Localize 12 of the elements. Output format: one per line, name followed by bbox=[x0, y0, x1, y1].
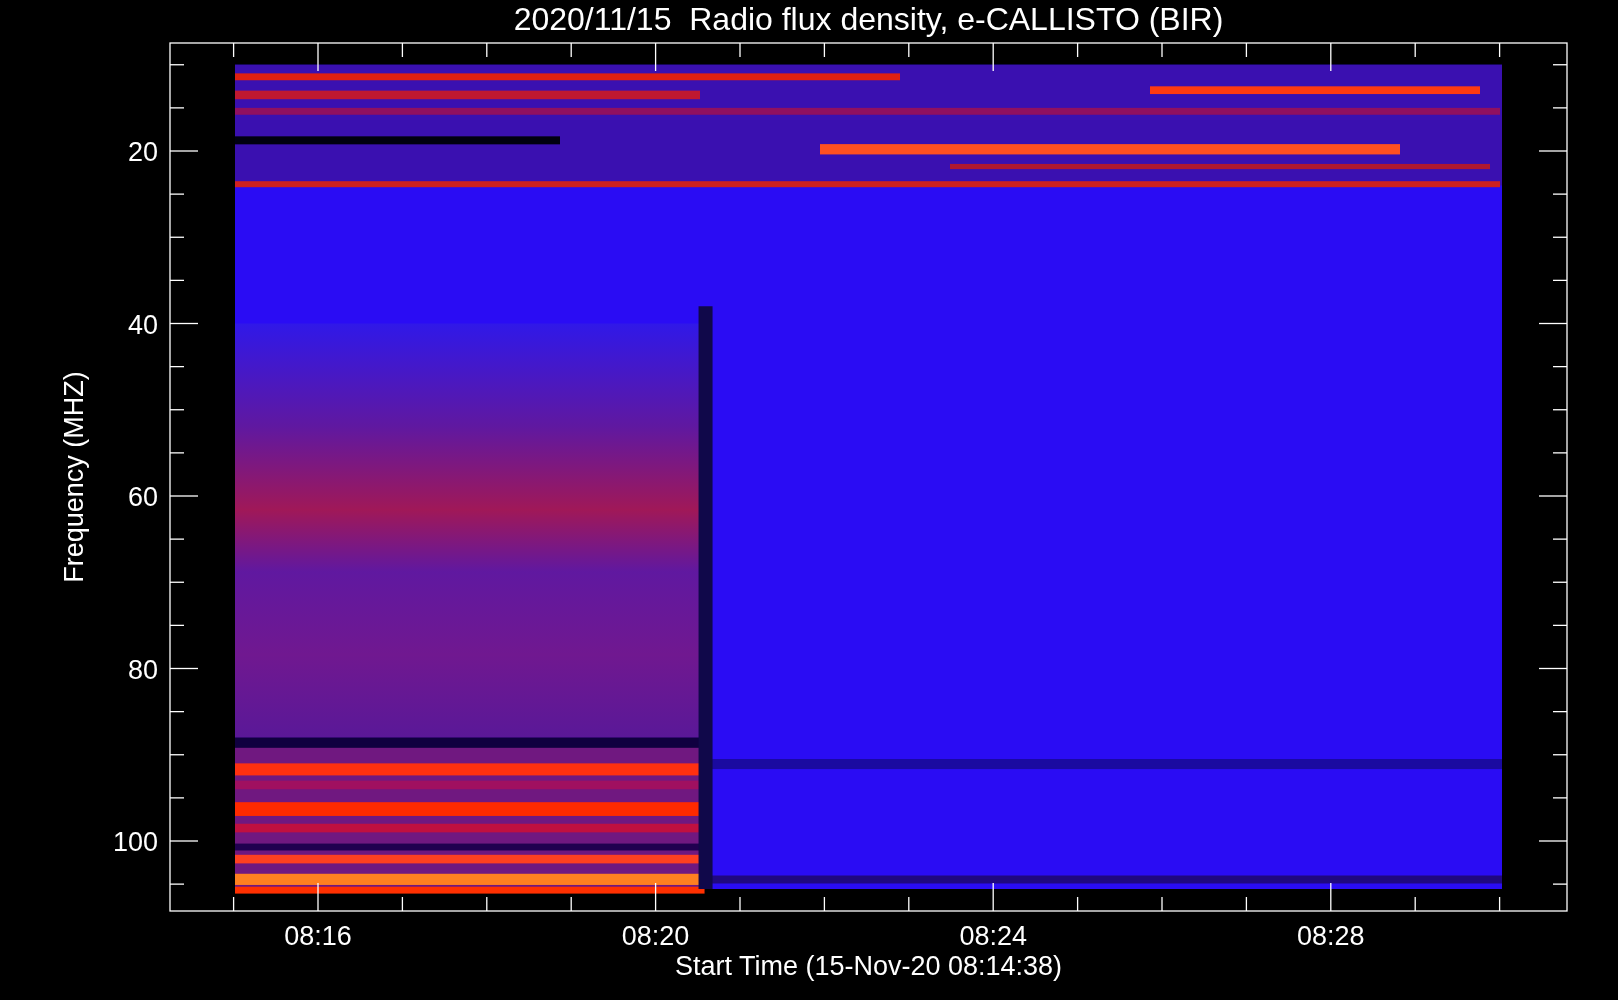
y-tick-label: 40 bbox=[127, 309, 158, 340]
x-tick-label: 08:16 bbox=[284, 921, 352, 951]
y-tick-label: 20 bbox=[127, 137, 158, 167]
x-tick-label: 08:28 bbox=[1297, 921, 1365, 951]
chart-title: 2020/11/15 Radio flux density, e-CALLISTO (BIR) bbox=[513, 1, 1224, 37]
x-tick-label: 08:20 bbox=[621, 921, 690, 951]
x-tick-label: 08:24 bbox=[959, 921, 1027, 951]
y-axis-label: Frequency (MHZ) bbox=[59, 371, 89, 583]
x-axis-label: Start Time (15-Nov-20 08:14:38) bbox=[674, 951, 1063, 981]
y-tick-label: 60 bbox=[127, 482, 158, 512]
y-tick-label: 80 bbox=[127, 654, 158, 685]
y-tick-label: 100 bbox=[112, 827, 158, 857]
